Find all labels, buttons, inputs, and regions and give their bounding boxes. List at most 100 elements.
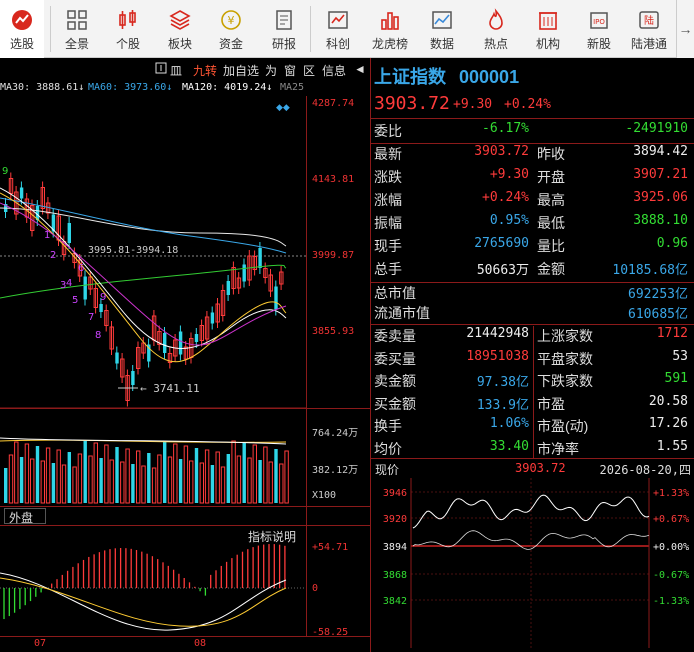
toolbar-item-2[interactable]: 个股 — [103, 0, 153, 58]
nine-turn-mark: 7 — [88, 312, 94, 323]
stat-row-label2: 市盈 — [537, 395, 565, 412]
toolbar-more-arrow[interactable]: → — [676, 0, 694, 58]
indicator-help-link[interactable]: 指标说明 — [248, 528, 296, 545]
volume-bar — [45, 447, 51, 504]
quote-row-value: 50663万 — [476, 263, 529, 278]
toolbar-item-label: 个股 — [115, 37, 140, 51]
price-axis-divider — [306, 96, 307, 636]
market-cap-row: 流通市值 610685亿 — [371, 303, 691, 326]
toolbar-item-12[interactable]: 陆陆港通 — [624, 0, 674, 58]
candle-body — [99, 304, 103, 312]
volume-bar — [93, 442, 98, 504]
yen-coin-icon: ¥ — [219, 8, 243, 32]
volume-bar — [236, 455, 242, 504]
nine-turn-mark: 9 — [2, 166, 8, 177]
toolbar-item-label: 研报 — [271, 37, 296, 51]
toolbar-item-10[interactable]: 机构 — [522, 0, 574, 58]
macd-axis-label: 0 — [312, 583, 319, 594]
candle-body — [226, 281, 230, 295]
stat-row-value2: 1712 — [656, 326, 688, 341]
toolbar-item-3[interactable]: 板块 — [154, 0, 206, 58]
webi-pct: -6.17% — [482, 121, 529, 136]
stat-row-value: 18951038 — [466, 348, 529, 364]
nine-turn-mark: 2 — [50, 250, 56, 261]
volume-bar — [284, 450, 289, 504]
volume-bar — [4, 468, 8, 503]
toolbar-item-4[interactable]: ¥ 资金 — [206, 0, 256, 58]
index-title: 上证指数 000001 — [374, 63, 519, 89]
volume-axis-label: 382.12万 — [312, 465, 359, 476]
price-change-pct: +0.24% — [504, 97, 551, 112]
quote-row: 振幅 0.95% 最低 3888.10 — [371, 213, 691, 236]
volume-bar — [252, 444, 258, 504]
toolbar-item-6[interactable]: 科创 — [312, 0, 364, 58]
toolbar-item-7[interactable]: 龙虎榜 — [364, 0, 416, 58]
quote-row-value2: 3925.06 — [633, 190, 688, 205]
stat-row: 买金额 133.9亿 市盈 20.58 — [371, 394, 691, 417]
volume-bar — [77, 453, 83, 504]
mini-right-axis-label: +0.00% — [653, 542, 689, 553]
stat-row: 委买量 18951038 平盘家数 53 — [371, 349, 691, 372]
candle-body — [210, 312, 215, 324]
toolbar-item-5[interactable]: 研报 — [258, 0, 310, 58]
index-name: 上证指数 — [374, 67, 446, 87]
toolbar-item-label: 全景 — [64, 37, 89, 51]
toolbar-item-8[interactable]: 数据 — [416, 0, 468, 58]
quote-row-value2: 0.96 — [656, 236, 688, 251]
price-axis-label: 4287.74 — [312, 98, 355, 109]
volume-bar — [115, 447, 119, 503]
chart-board-icon — [326, 8, 350, 32]
candle-body — [178, 331, 183, 355]
toolbar-item-label: 科创 — [325, 37, 350, 51]
volume-axis-label: 764.24万 — [312, 428, 359, 439]
quote-row-value2: 3894.42 — [633, 144, 688, 159]
mini-left-axis-label: 3920 — [383, 514, 407, 525]
mini-chart-date: 2026-08-20,四 — [599, 463, 691, 477]
intraday-mini-chart[interactable]: 3946 +1.33% 3920 +0.67% 3894 +0.00% 3868 -0.67%… — [371, 478, 694, 648]
volume-bar — [30, 458, 35, 504]
toolbar-item-label: 热点 — [483, 37, 508, 51]
stat-row-value2: 20.58 — [648, 393, 688, 409]
webi-diff: -2491910 — [625, 121, 688, 136]
volume-bar — [61, 464, 67, 504]
waipan-tab[interactable]: 外盘 — [4, 508, 46, 525]
current-price: 3903.72 — [374, 93, 450, 114]
volume-bar — [210, 465, 215, 503]
mini-chart-header: 现价 3903.72 2026-08-20,四 — [373, 458, 693, 478]
volume-bar — [141, 465, 146, 504]
volume-unit-label: X100 — [312, 490, 337, 501]
toolbar-item-9[interactable]: 热点 — [470, 0, 522, 58]
volume-bar — [120, 461, 125, 504]
quote-row-label2: 金额 — [537, 261, 565, 277]
toolbar-item-0[interactable]: 选股 — [0, 0, 44, 58]
candle-body — [163, 333, 167, 353]
toolbar-item-11[interactable]: IPO 新股 — [574, 0, 624, 58]
stat-row-value2: 53 — [672, 348, 688, 364]
waipan-separator — [0, 506, 370, 507]
stat-row-label2: 平盘家数 — [537, 350, 593, 367]
quote-divider — [371, 118, 694, 119]
quote-row-label2: 最低 — [537, 215, 565, 231]
volume-bar — [99, 458, 103, 503]
market-cap-value: 610685亿 — [628, 307, 688, 322]
volume-bar — [215, 451, 220, 504]
mini-right-axis-label: -0.67% — [653, 570, 689, 581]
toolbar-item-label: 陆港通 — [630, 37, 667, 51]
toolbar-item-1[interactable]: 全景 — [52, 0, 102, 58]
quote-row-value2: 3907.21 — [633, 167, 688, 182]
toolbar-item-label: 板块 — [167, 37, 192, 51]
toolbar-separator — [310, 6, 311, 52]
volume-bar — [136, 450, 141, 504]
volume-bar — [67, 452, 71, 503]
stat-row-label: 委卖量 — [374, 328, 416, 344]
nine-turn-mark: 1 — [44, 230, 50, 241]
stats-column-divider — [533, 326, 534, 458]
volume-bar — [19, 457, 24, 503]
quote-row-value: 3903.72 — [474, 144, 529, 159]
kline-canvas[interactable]: 3995.81-3994.18← 3741.119123 456789◆◆ — [0, 58, 370, 652]
nine-turn-mark: 9 — [100, 292, 106, 303]
mini-right-axis-label: +0.67% — [653, 514, 689, 525]
toolbar-separator — [50, 6, 51, 52]
quote-row: 现手 2765690 量比 0.96 — [371, 236, 691, 259]
kline-chart-area[interactable]: 皿 九转 加自选 为 窗 区 信息 ◄ MA30: 3888.61↓ MA60:… — [0, 58, 370, 652]
